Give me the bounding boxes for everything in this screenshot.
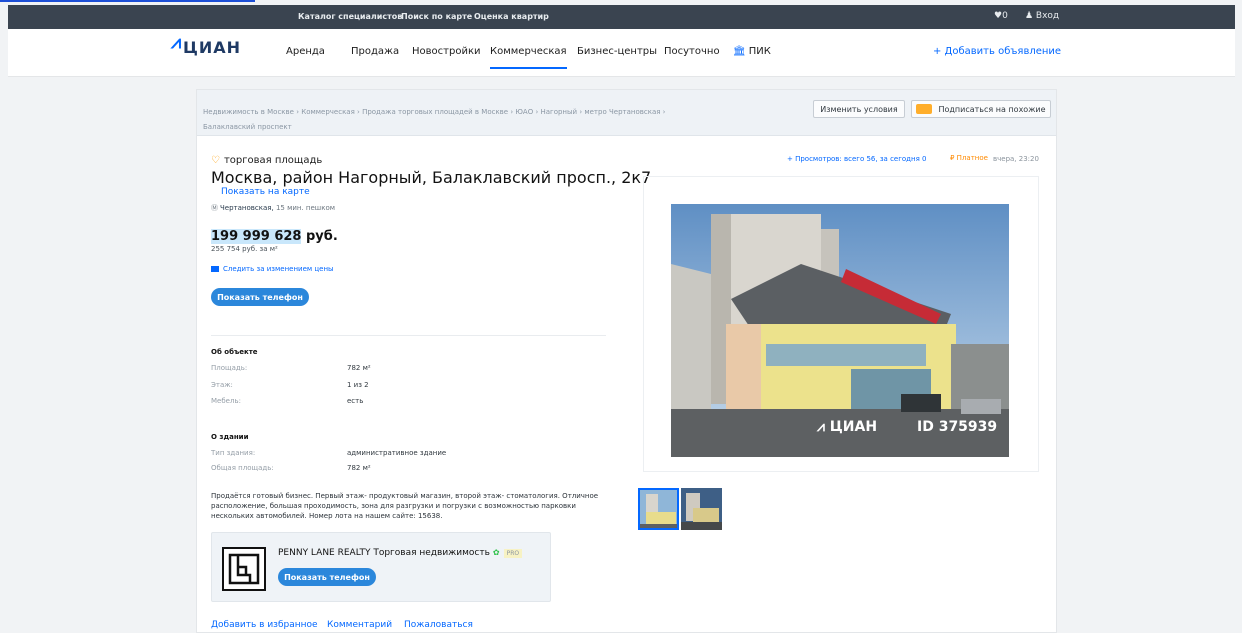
- price-value: 199 999 628: [211, 229, 302, 244]
- breadcrumb-separator: ›: [660, 108, 666, 116]
- verified-badge-icon: ✿: [492, 548, 500, 557]
- object-section-title: Об объекте: [211, 348, 258, 356]
- add-listing-link[interactable]: + Добавить объявление: [933, 46, 1061, 57]
- bank-icon: 🏛: [733, 46, 746, 57]
- envelope-icon: [211, 266, 219, 272]
- breadcrumb-bar: Недвижимость в Москве › Коммерческая › П…: [197, 90, 1056, 136]
- agency-card: PENNY LANE REALTY Торговая недвижимость ✿…: [211, 532, 551, 602]
- topbar-link-specialists[interactable]: Каталог специалистов: [298, 12, 402, 21]
- building-section-title: О здании: [211, 433, 249, 441]
- follow-price-label: Следить за изменением цены: [223, 265, 334, 273]
- listing-title: Москва, район Нагорный, Балаклавский про…: [211, 168, 652, 187]
- price: 199 999 628 руб.: [211, 229, 338, 244]
- nav-rent[interactable]: Аренда: [286, 46, 325, 57]
- listing-card: Недвижимость в Москве › Коммерческая › П…: [196, 89, 1057, 633]
- cian-logo-icon: ⩘: [171, 32, 183, 53]
- agency-logo[interactable]: [222, 547, 266, 591]
- agency-show-phone-button[interactable]: Показать телефон: [278, 568, 376, 586]
- metro-station[interactable]: Чертановская,: [220, 204, 274, 212]
- favorites-counter[interactable]: ♥0: [994, 11, 1008, 21]
- topbar-link-apartment-valuation[interactable]: Оценка квартир: [474, 12, 549, 21]
- change-conditions-button[interactable]: Изменить условия: [813, 100, 905, 118]
- nav-daily[interactable]: Посуточно: [664, 46, 720, 57]
- building-area-label: Общая площадь:: [211, 464, 274, 472]
- divider: [211, 335, 606, 336]
- breadcrumb-item[interactable]: Недвижимость в Москве: [203, 108, 294, 116]
- views-stats[interactable]: + Просмотров: всего 56, за сегодня 0: [787, 155, 927, 163]
- metro-info: Ⓜ Чертановская, 15 мин. пешком: [211, 203, 335, 213]
- thumbnail-image: [681, 488, 722, 530]
- agency-name-label: PENNY LANE REALTY Торговая недвижимость: [278, 548, 490, 558]
- cian-logo-text: ЦИАН: [183, 38, 242, 57]
- breadcrumb-item[interactable]: Балаклавский проспект: [203, 123, 292, 131]
- building-area-value: 782 м²: [347, 464, 371, 472]
- photo-thumbnail[interactable]: [681, 488, 722, 530]
- breadcrumb-item[interactable]: Нагорный: [540, 108, 577, 116]
- object-floor-value: 1 из 2: [347, 381, 369, 389]
- metro-icon: Ⓜ: [211, 204, 218, 212]
- photo-thumbnail[interactable]: [638, 488, 679, 530]
- thumbnail-image: [640, 490, 677, 528]
- paid-badge: ₽ Платное: [950, 154, 988, 162]
- nav-new-buildings[interactable]: Новостройки: [412, 46, 480, 57]
- nav-business-centers[interactable]: Бизнес-центры: [577, 46, 657, 57]
- top-bar: Каталог специалистов Поиск по карте Оцен…: [8, 5, 1235, 29]
- nav-pik-label: ПИК: [748, 46, 771, 57]
- show-phone-button[interactable]: Показать телефон: [211, 288, 309, 306]
- subscribe-button[interactable]: Подписаться на похожие: [911, 100, 1051, 118]
- nav-pik[interactable]: 🏛 ПИК: [733, 46, 771, 57]
- building-type-value: административное здание: [347, 449, 447, 457]
- object-area-label: Площадь:: [211, 364, 248, 372]
- breadcrumb: Недвижимость в Москве › Коммерческая › П…: [203, 103, 763, 133]
- topbar-link-map-search[interactable]: Поиск по карте: [401, 12, 472, 21]
- object-area-value: 782 м²: [347, 364, 371, 372]
- envelope-icon: [916, 104, 933, 114]
- breadcrumb-item[interactable]: Продажа торговых площадей в Москве: [362, 108, 508, 116]
- comment-link[interactable]: Комментарий: [327, 620, 392, 630]
- price-per-sqm: 255 754 руб. за м²: [211, 245, 278, 253]
- top-link-underline: [0, 0, 255, 2]
- published-time: вчера, 23:20: [993, 155, 1039, 163]
- agency-logo-mark: [228, 553, 260, 585]
- metro-walk-time: 15 мин. пешком: [275, 204, 336, 212]
- object-floor-label: Этаж:: [211, 381, 233, 389]
- breadcrumb-item[interactable]: метро Чертановская: [584, 108, 660, 116]
- report-link[interactable]: Пожаловаться: [404, 620, 473, 630]
- price-currency: руб.: [301, 229, 338, 244]
- heart-icon[interactable]: ♡: [211, 155, 220, 166]
- follow-price-link[interactable]: Следить за изменением цены: [211, 265, 334, 273]
- photo-brand-watermark: ⩘ ЦИАН: [817, 419, 877, 435]
- listing-description: Продаётся готовый бизнес. Первый этаж- п…: [211, 492, 599, 520]
- agency-name[interactable]: PENNY LANE REALTY Торговая недвижимость ✿…: [278, 548, 523, 558]
- property-type: ♡ торговая площадь: [211, 155, 322, 166]
- pro-badge: PRO: [503, 549, 523, 558]
- cian-logo-icon: ⩘: [817, 419, 830, 435]
- photo-id-watermark: ID 375939: [917, 419, 998, 435]
- property-type-label: торговая площадь: [223, 155, 323, 166]
- breadcrumb-item[interactable]: Коммерческая: [301, 108, 355, 116]
- add-to-favorites-link[interactable]: Добавить в избранное: [211, 620, 318, 630]
- breadcrumb-separator: ›: [354, 108, 363, 116]
- show-on-map-link[interactable]: Показать на карте: [221, 187, 310, 197]
- object-furniture-value: есть: [347, 397, 364, 405]
- login-link[interactable]: ♟ Вход: [1025, 11, 1059, 21]
- nav-sale[interactable]: Продажа: [351, 46, 399, 57]
- building-type-label: Тип здания:: [211, 449, 256, 457]
- breadcrumb-item[interactable]: ЮАО: [515, 108, 533, 116]
- object-furniture-label: Мебель:: [211, 397, 241, 405]
- main-photo[interactable]: ⩘ ЦИАН ID 375939: [671, 204, 1009, 457]
- cian-logo[interactable]: ⩘ ЦИАН: [171, 32, 242, 57]
- nav-commercial[interactable]: Коммерческая: [490, 46, 567, 69]
- photo-brand-label: ЦИАН: [829, 419, 878, 435]
- subscribe-label: Подписаться на похожие: [938, 104, 1046, 114]
